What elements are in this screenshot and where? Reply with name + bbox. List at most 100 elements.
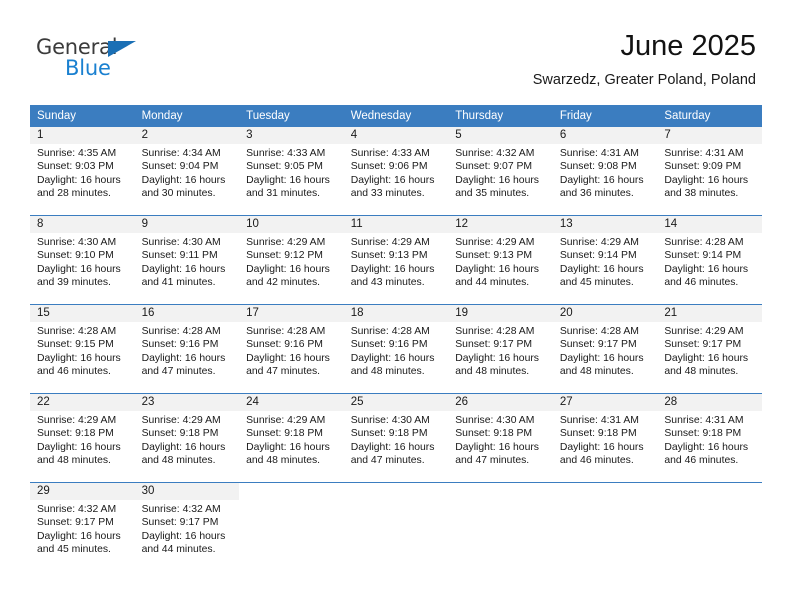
calendar-day-cell[interactable]: 23 Sunrise: 4:29 AM Sunset: 9:18 PM Dayligh… xyxy=(134,393,240,483)
calendar-day-cell[interactable]: 14 Sunrise: 4:28 AM Sunset: 9:14 PM Dayligh… xyxy=(657,215,762,305)
calendar-day-cell[interactable]: 25 Sunrise: 4:30 AM Sunset: 9:18 PM Dayligh… xyxy=(343,393,449,483)
day-detail-line: Daylight: 16 hours xyxy=(455,441,539,453)
calendar-day-cell[interactable]: 4 Sunrise: 4:33 AM Sunset: 9:06 PM Daylight… xyxy=(343,126,449,216)
day-number: 30 xyxy=(134,483,240,500)
calendar-day-cell[interactable]: 12 Sunrise: 4:29 AM Sunset: 9:13 PM Dayligh… xyxy=(448,215,553,305)
day-details: Sunrise: 4:29 AM Sunset: 9:12 PM Daylight:… xyxy=(239,233,344,290)
empty-day-content xyxy=(657,483,762,571)
day-details xyxy=(448,500,553,503)
calendar-day-cell[interactable]: 2 Sunrise: 4:34 AM Sunset: 9:04 PM Daylight… xyxy=(134,126,240,216)
day-detail-line: Daylight: 16 hours xyxy=(455,263,539,275)
day-detail-line: and 45 minutes. xyxy=(37,544,111,556)
day-content: 6 Sunrise: 4:31 AM Sunset: 9:08 PM Daylight… xyxy=(552,127,658,215)
day-number: 14 xyxy=(657,216,762,233)
general-blue-logo[interactable]: General Blue xyxy=(36,36,156,86)
day-content: 10 Sunrise: 4:29 AM Sunset: 9:12 PM Dayligh… xyxy=(239,216,344,304)
day-number xyxy=(657,483,762,500)
day-detail-line: Sunset: 9:17 PM xyxy=(37,517,114,529)
day-content: 26 Sunrise: 4:30 AM Sunset: 9:18 PM Dayligh… xyxy=(448,394,553,482)
calendar-day-cell[interactable]: 22 Sunrise: 4:29 AM Sunset: 9:18 PM Dayligh… xyxy=(30,393,135,483)
day-number: 2 xyxy=(134,127,240,144)
day-detail-line: Daylight: 16 hours xyxy=(664,352,749,364)
day-detail-line: Sunrise: 4:31 AM xyxy=(664,148,744,159)
calendar-day-cell[interactable]: 19 Sunrise: 4:28 AM Sunset: 9:17 PM Dayligh… xyxy=(448,304,553,394)
day-detail-line: Sunset: 9:16 PM xyxy=(141,339,219,351)
day-number: 20 xyxy=(552,305,658,322)
day-detail-line: and 48 minutes. xyxy=(37,455,111,467)
day-details xyxy=(553,500,658,503)
calendar-day-cell[interactable]: 1 Sunrise: 4:35 AM Sunset: 9:03 PM Daylight… xyxy=(30,126,135,216)
calendar-day-cell[interactable]: 11 Sunrise: 4:29 AM Sunset: 9:13 PM Dayligh… xyxy=(343,215,449,305)
day-detail-line: and 30 minutes. xyxy=(141,188,216,200)
day-detail-line: Daylight: 16 hours xyxy=(455,352,539,364)
calendar-head: Sunday Monday Tuesday Wednesday Thursday… xyxy=(30,105,762,127)
day-details: Sunrise: 4:28 AM Sunset: 9:16 PM Daylight:… xyxy=(135,322,240,379)
day-number: 7 xyxy=(657,127,762,144)
calendar-day-cell[interactable]: 20 Sunrise: 4:28 AM Sunset: 9:17 PM Dayligh… xyxy=(552,304,658,394)
calendar-day-cell[interactable]: 17 Sunrise: 4:28 AM Sunset: 9:16 PM Dayligh… xyxy=(239,304,344,394)
day-details: Sunrise: 4:29 AM Sunset: 9:17 PM Daylight:… xyxy=(657,322,762,379)
calendar-day-cell[interactable]: 13 Sunrise: 4:29 AM Sunset: 9:14 PM Dayligh… xyxy=(552,215,658,305)
day-detail-line: and 47 minutes. xyxy=(141,366,216,378)
calendar-day-cell xyxy=(239,482,344,571)
page-subtitle: Swarzedz, Greater Poland, Poland xyxy=(532,72,756,88)
day-details: Sunrise: 4:33 AM Sunset: 9:06 PM Daylight:… xyxy=(344,144,449,201)
day-detail-line: Daylight: 16 hours xyxy=(37,352,121,364)
day-detail-line: and 48 minutes. xyxy=(559,366,634,378)
day-detail-line: Daylight: 16 hours xyxy=(246,441,330,453)
day-detail-line: Sunrise: 4:28 AM xyxy=(37,326,117,337)
day-detail-line: Sunrise: 4:29 AM xyxy=(246,415,326,426)
calendar-day-cell[interactable]: 28 Sunrise: 4:31 AM Sunset: 9:18 PM Dayligh… xyxy=(657,393,762,483)
day-detail-line: Sunset: 9:08 PM xyxy=(559,161,637,173)
day-details: Sunrise: 4:29 AM Sunset: 9:18 PM Daylight:… xyxy=(30,411,135,468)
day-details: Sunrise: 4:29 AM Sunset: 9:18 PM Daylight:… xyxy=(135,411,240,468)
calendar-day-cell[interactable]: 24 Sunrise: 4:29 AM Sunset: 9:18 PM Dayligh… xyxy=(239,393,344,483)
calendar-day-cell[interactable]: 3 Sunrise: 4:33 AM Sunset: 9:05 PM Daylight… xyxy=(239,126,344,216)
day-detail-line: Sunset: 9:10 PM xyxy=(37,250,114,262)
calendar-day-cell[interactable]: 16 Sunrise: 4:28 AM Sunset: 9:16 PM Dayligh… xyxy=(134,304,240,394)
calendar-day-cell[interactable]: 18 Sunrise: 4:28 AM Sunset: 9:16 PM Dayligh… xyxy=(343,304,449,394)
day-details: Sunrise: 4:28 AM Sunset: 9:16 PM Daylight:… xyxy=(239,322,344,379)
weekday-header-thursday: Thursday xyxy=(448,105,553,127)
empty-day-content xyxy=(553,483,658,571)
day-number: 4 xyxy=(343,127,449,144)
day-detail-line: Daylight: 16 hours xyxy=(559,441,644,453)
calendar-body: 1 Sunrise: 4:35 AM Sunset: 9:03 PM Daylight… xyxy=(30,126,762,571)
day-details: Sunrise: 4:34 AM Sunset: 9:04 PM Daylight:… xyxy=(135,144,240,201)
day-detail-line: Sunrise: 4:33 AM xyxy=(246,148,326,159)
day-content: 20 Sunrise: 4:28 AM Sunset: 9:17 PM Dayligh… xyxy=(552,305,658,393)
calendar-day-cell[interactable]: 10 Sunrise: 4:29 AM Sunset: 9:12 PM Dayligh… xyxy=(239,215,344,305)
calendar-day-cell[interactable]: 29 Sunrise: 4:32 AM Sunset: 9:17 PM Dayligh… xyxy=(30,482,135,571)
day-detail-line: and 46 minutes. xyxy=(37,366,111,378)
day-detail-line: and 47 minutes. xyxy=(455,455,530,467)
day-content: 25 Sunrise: 4:30 AM Sunset: 9:18 PM Dayligh… xyxy=(343,394,449,482)
day-details: Sunrise: 4:30 AM Sunset: 9:18 PM Daylight:… xyxy=(344,411,449,468)
day-content: 8 Sunrise: 4:30 AM Sunset: 9:10 PM Daylight… xyxy=(30,216,135,304)
calendar-day-cell[interactable]: 8 Sunrise: 4:30 AM Sunset: 9:10 PM Daylight… xyxy=(30,215,135,305)
day-detail-line: Sunrise: 4:33 AM xyxy=(350,148,430,159)
calendar-day-cell[interactable]: 26 Sunrise: 4:30 AM Sunset: 9:18 PM Dayligh… xyxy=(448,393,553,483)
day-details: Sunrise: 4:28 AM Sunset: 9:14 PM Daylight:… xyxy=(657,233,762,290)
calendar-day-cell[interactable]: 9 Sunrise: 4:30 AM Sunset: 9:11 PM Daylight… xyxy=(134,215,240,305)
day-detail-line: Sunrise: 4:30 AM xyxy=(141,237,221,248)
day-detail-line: Daylight: 16 hours xyxy=(141,530,226,542)
day-detail-line: Sunset: 9:11 PM xyxy=(141,250,218,262)
day-detail-line: Daylight: 16 hours xyxy=(141,263,226,275)
calendar-day-cell[interactable]: 30 Sunrise: 4:32 AM Sunset: 9:17 PM Dayligh… xyxy=(134,482,240,571)
calendar-day-cell[interactable]: 7 Sunrise: 4:31 AM Sunset: 9:09 PM Daylight… xyxy=(657,126,762,216)
day-detail-line: and 28 minutes. xyxy=(37,188,111,200)
calendar-day-cell[interactable]: 21 Sunrise: 4:29 AM Sunset: 9:17 PM Dayligh… xyxy=(657,304,762,394)
calendar-day-cell[interactable]: 27 Sunrise: 4:31 AM Sunset: 9:18 PM Dayligh… xyxy=(552,393,658,483)
day-details: Sunrise: 4:32 AM Sunset: 9:17 PM Daylight:… xyxy=(30,500,135,557)
day-detail-line: and 44 minutes. xyxy=(141,544,216,556)
calendar-day-cell[interactable]: 5 Sunrise: 4:32 AM Sunset: 9:07 PM Daylight… xyxy=(448,126,553,216)
calendar-day-cell[interactable]: 15 Sunrise: 4:28 AM Sunset: 9:15 PM Dayligh… xyxy=(30,304,135,394)
day-detail-line: Sunset: 9:18 PM xyxy=(37,428,114,440)
day-detail-line: Sunset: 9:17 PM xyxy=(455,339,533,351)
calendar-day-cell[interactable]: 6 Sunrise: 4:31 AM Sunset: 9:08 PM Daylight… xyxy=(552,126,658,216)
day-detail-line: Daylight: 16 hours xyxy=(559,263,644,275)
day-details: Sunrise: 4:29 AM Sunset: 9:13 PM Daylight:… xyxy=(344,233,449,290)
day-detail-line: Sunset: 9:06 PM xyxy=(350,161,428,173)
day-number: 10 xyxy=(239,216,344,233)
day-details: Sunrise: 4:30 AM Sunset: 9:18 PM Daylight:… xyxy=(448,411,553,468)
